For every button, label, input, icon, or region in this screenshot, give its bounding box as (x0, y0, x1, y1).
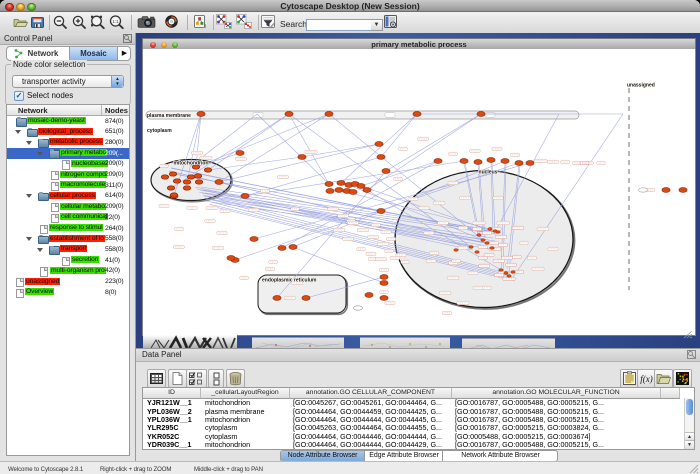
svg-text:nucleus: nucleus (479, 170, 498, 176)
svg-text:f(x): f(x) (640, 374, 653, 384)
svg-text:endoplasmic reticulum: endoplasmic reticulum (262, 278, 317, 284)
svg-text:plasma membrane: plasma membrane (147, 113, 191, 119)
svg-text:1:1: 1:1 (113, 19, 120, 24)
svg-text:cytoplasm: cytoplasm (147, 128, 172, 134)
svg-text:unassigned: unassigned (627, 83, 655, 89)
svg-text:mitochondrion: mitochondrion (174, 161, 209, 167)
